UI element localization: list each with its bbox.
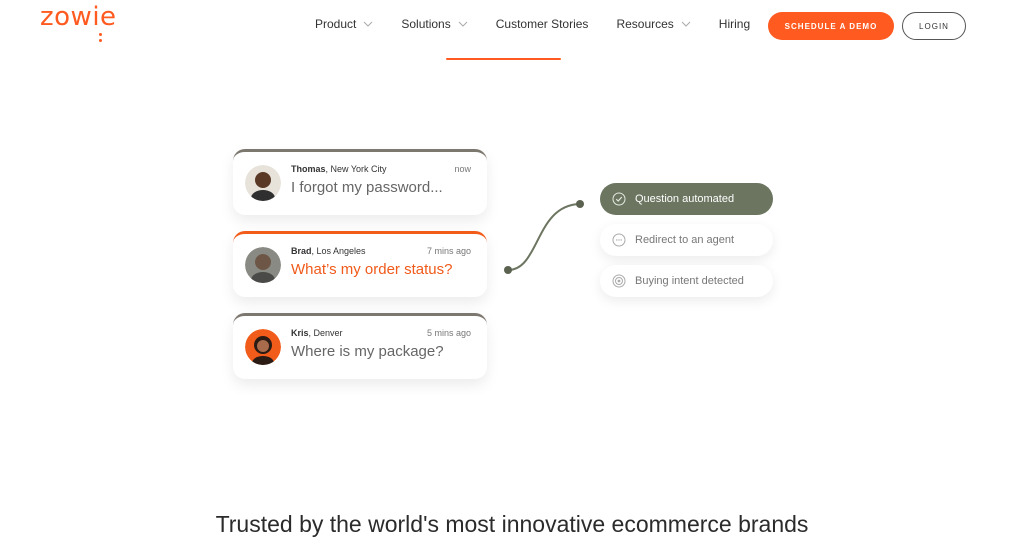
trusted-heading: Trusted by the world's most innovative e… bbox=[215, 511, 809, 537]
chevron-down-icon bbox=[364, 21, 373, 27]
sender-name: Kris bbox=[291, 328, 309, 338]
message-time: now bbox=[454, 164, 471, 174]
nav-item-label: Customer Stories bbox=[495, 17, 589, 31]
sender-meta: Thomas, New York City bbox=[291, 164, 387, 174]
sender-meta: Kris, Denver bbox=[291, 328, 343, 338]
nav-item-label: Solutions bbox=[401, 17, 451, 31]
check-circle-icon bbox=[612, 192, 626, 206]
avatar bbox=[245, 165, 281, 201]
outcome-label: Buying intent detected bbox=[635, 275, 744, 287]
nav-item-customer-stories[interactable]: Customer Stories bbox=[496, 17, 589, 31]
nav-item-label: Resources bbox=[616, 17, 674, 31]
sender-location: , Los Angeles bbox=[311, 246, 366, 256]
nav-item-label: Hiring bbox=[718, 17, 751, 31]
message-time: 7 mins ago bbox=[426, 246, 471, 256]
conversation-card[interactable]: Brad, Los Angeles 7 mins ago What’s my o… bbox=[233, 231, 487, 297]
chevron-down-icon bbox=[458, 21, 468, 27]
chevron-down-icon bbox=[681, 21, 691, 27]
outcome-question-automated: Question automated bbox=[600, 183, 773, 215]
outcome-redirect-agent: Redirect to an agent bbox=[600, 224, 773, 256]
sender-location: , Denver bbox=[308, 328, 343, 338]
nav-item-solutions[interactable]: Solutions bbox=[401, 17, 468, 31]
main-nav: Product Solutions Customer Stories Resou… bbox=[315, 17, 778, 31]
message-text: I forgot my password... bbox=[291, 179, 443, 196]
message-time: 5 mins ago bbox=[426, 328, 471, 338]
outcome-label: Question automated bbox=[635, 193, 735, 205]
schedule-demo-button[interactable]: SCHEDULE A DEMO bbox=[768, 12, 894, 40]
sender-meta: Brad, Los Angeles bbox=[291, 246, 366, 256]
nav-item-hiring[interactable]: Hiring bbox=[719, 17, 750, 31]
conversation-card[interactable]: Thomas, New York City now I forgot my pa… bbox=[233, 149, 487, 215]
logo-dots bbox=[99, 33, 103, 45]
sender-name: Thomas bbox=[291, 164, 326, 174]
avatar bbox=[245, 247, 281, 283]
nav-item-label: Product bbox=[315, 17, 357, 31]
connector-end-dot bbox=[576, 200, 584, 208]
nav-item-resources[interactable]: Resources bbox=[616, 17, 691, 31]
message-text: What’s my order status? bbox=[291, 261, 453, 278]
connector-curve bbox=[504, 200, 584, 274]
conversation-card[interactable]: Kris, Denver 5 mins ago Where is my pack… bbox=[233, 313, 487, 379]
login-button[interactable]: LOGIN bbox=[902, 12, 966, 40]
outcome-buying-intent: Buying intent detected bbox=[600, 265, 773, 297]
target-icon bbox=[612, 274, 626, 288]
zowie-logo[interactable]: zowie bbox=[40, 2, 117, 42]
connector-start-dot bbox=[504, 266, 512, 274]
sender-location: , New York City bbox=[325, 164, 387, 174]
sender-name: Brad bbox=[291, 246, 312, 256]
avatar bbox=[245, 329, 281, 365]
chat-bubble-icon bbox=[612, 233, 626, 247]
outcome-label: Redirect to an agent bbox=[635, 234, 735, 246]
logo-text: zowie bbox=[40, 2, 117, 32]
nav-item-product[interactable]: Product bbox=[315, 17, 373, 31]
active-nav-indicator bbox=[446, 58, 561, 60]
message-text: Where is my package? bbox=[291, 343, 444, 360]
